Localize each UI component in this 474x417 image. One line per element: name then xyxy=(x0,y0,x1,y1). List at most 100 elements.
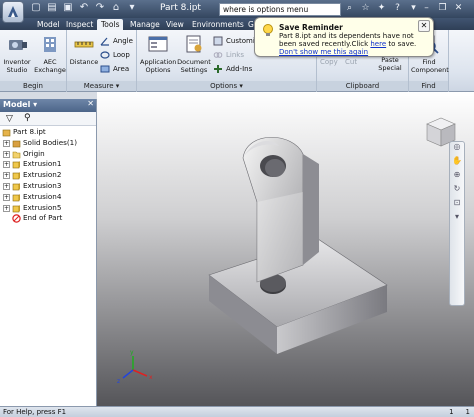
area-icon xyxy=(100,65,110,73)
expand-toggle[interactable]: + xyxy=(3,150,10,158)
tab-tools[interactable]: Tools xyxy=(97,19,124,30)
help-search-input[interactable]: where is options menu xyxy=(219,3,341,16)
browser-close-icon[interactable]: ✕ xyxy=(87,99,94,108)
navigation-bar: ◎ ✋ ⊕ ↻ ⊡ ▾ xyxy=(449,141,465,306)
application-options-button[interactable]: Application Options xyxy=(140,34,176,74)
customize-button[interactable]: Customi xyxy=(213,36,255,46)
tab-view[interactable]: View xyxy=(162,19,188,30)
status-help-text: For Help, press F1 xyxy=(3,408,67,416)
application-menu-button[interactable] xyxy=(2,1,24,23)
title-bar: ▢ ▤ ▣ ↶ ↷ ⌂ ▾ Part 8.ipt where is option… xyxy=(0,0,474,23)
search-icon[interactable]: ⌕ xyxy=(343,2,356,15)
tree-node-extrusion4[interactable]: + Extrusion4 xyxy=(0,192,96,203)
tree-node-extrusion3[interactable]: + Extrusion3 xyxy=(0,181,96,192)
distance-button[interactable]: Distance xyxy=(69,34,99,66)
tab-inspect[interactable]: Inspect xyxy=(62,19,97,30)
filter-icon[interactable]: ▽ xyxy=(6,114,13,124)
help-icon[interactable]: ? xyxy=(391,2,404,15)
browser-tree: Part 8.ipt + Solid Bodies(1) + Origin + … xyxy=(0,127,96,224)
status-bar: For Help, press F1 1 1 xyxy=(0,406,474,417)
save-here-link[interactable]: here xyxy=(370,40,386,48)
navbar-more-icon[interactable]: ▾ xyxy=(450,212,464,226)
dont-show-again-link[interactable]: Don't show me this again xyxy=(279,48,368,56)
lightbulb-icon xyxy=(263,24,273,36)
panel-measure: Distance Angle Loop Area Measure ▾ xyxy=(67,30,137,92)
look-at-icon[interactable]: ⊡ xyxy=(450,198,464,212)
steering-wheel-icon[interactable]: ◎ xyxy=(450,142,464,156)
paste-special-button[interactable]: Paste Special xyxy=(373,56,407,72)
expand-toggle[interactable]: + xyxy=(3,172,10,180)
open-icon[interactable]: ▤ xyxy=(46,2,58,14)
save-icon[interactable]: ▣ xyxy=(62,2,74,14)
customize-icon xyxy=(213,36,223,46)
extrusion-icon xyxy=(12,193,20,202)
expand-toggle[interactable]: + xyxy=(3,193,10,201)
minimize-icon[interactable]: – xyxy=(420,2,433,15)
new-icon[interactable]: ▢ xyxy=(30,2,42,14)
save-reminder-balloon: Save Reminder Part 8.ipt and its depende… xyxy=(254,17,434,57)
extrusion-icon xyxy=(12,161,20,169)
loop-button[interactable]: Loop xyxy=(100,50,130,60)
help-dropdown-icon[interactable]: ▾ xyxy=(407,2,420,15)
tab-manage[interactable]: Manage xyxy=(126,19,164,30)
panel-label-options[interactable]: Options ▾ xyxy=(137,81,316,91)
subscription-icon[interactable]: ☆ xyxy=(359,2,372,15)
part-3d-model[interactable]: y x z xyxy=(97,92,474,406)
expand-toggle[interactable]: + xyxy=(3,182,10,190)
distance-icon xyxy=(74,41,94,48)
angle-button[interactable]: Angle xyxy=(100,36,133,46)
solid-bodies-icon xyxy=(12,140,21,148)
redo-icon[interactable]: ↷ xyxy=(94,2,106,14)
document-settings-button[interactable]: Document Settings xyxy=(177,34,211,74)
tree-node-part[interactable]: Part 8.ipt xyxy=(0,127,96,138)
tab-environments[interactable]: Environments xyxy=(188,19,248,30)
expand-toggle[interactable]: + xyxy=(3,139,10,147)
angle-icon xyxy=(100,37,109,46)
loop-icon xyxy=(100,51,110,59)
extrusion-icon xyxy=(12,204,20,212)
expand-toggle[interactable]: + xyxy=(3,204,10,212)
graphics-window[interactable]: y x z xyxy=(97,92,474,406)
panel-label-measure[interactable]: Measure ▾ xyxy=(67,81,136,91)
expand-toggle[interactable]: + xyxy=(3,161,10,169)
find-in-browser-icon[interactable]: ⚲ xyxy=(24,113,31,123)
restore-icon[interactable]: ❐ xyxy=(436,2,449,15)
tree-node-extrusion2[interactable]: + Extrusion2 xyxy=(0,170,96,181)
cut-button: Cut xyxy=(345,58,358,66)
part-icon xyxy=(2,129,11,137)
extrusion-icon xyxy=(12,172,20,180)
status-count-1: 1 xyxy=(449,408,454,416)
folder-icon xyxy=(12,151,21,158)
aec-exchange-button[interactable]: AEC Exchange xyxy=(34,34,66,74)
tab-model[interactable]: Model xyxy=(33,19,64,30)
zoom-icon[interactable]: ⊕ xyxy=(450,170,464,184)
inventor-studio-button[interactable]: Inventor Studio xyxy=(2,34,32,74)
model-browser: Model ▾ ✕ ▽ ⚲ Part 8.ipt + Solid Bodies(… xyxy=(0,99,97,406)
balloon-title: Save Reminder xyxy=(279,23,343,32)
balloon-close-button[interactable]: ✕ xyxy=(418,20,430,32)
aec-exchange-icon xyxy=(44,37,56,52)
coordinate-triad-icon: y x z xyxy=(117,349,153,385)
application-options-icon xyxy=(148,36,168,52)
pan-icon[interactable]: ✋ xyxy=(450,156,464,170)
svg-text:x: x xyxy=(149,374,153,381)
tree-node-extrusion5[interactable]: + Extrusion5 xyxy=(0,203,96,214)
undo-icon[interactable]: ↶ xyxy=(78,2,90,14)
panel-begin: Inventor Studio AEC Exchange Begin xyxy=(0,30,67,92)
home-icon[interactable]: ⌂ xyxy=(110,2,122,14)
balloon-message: Part 8.ipt and its dependents have not b… xyxy=(279,32,417,56)
browser-toolbar: ▽ ⚲ xyxy=(0,112,96,126)
tree-node-end-of-part[interactable]: End of Part xyxy=(0,213,96,224)
qat-more-icon[interactable]: ▾ xyxy=(126,2,138,14)
orbit-icon[interactable]: ↻ xyxy=(450,184,464,198)
tree-node-solid-bodies[interactable]: + Solid Bodies(1) xyxy=(0,138,96,149)
add-ins-button[interactable]: Add-Ins xyxy=(213,64,252,74)
tools-icon[interactable]: ✦ xyxy=(375,2,388,15)
add-ins-icon xyxy=(214,65,222,73)
close-icon[interactable]: ✕ xyxy=(452,2,465,15)
studio-icon xyxy=(9,40,27,50)
tree-node-extrusion1[interactable]: + Extrusion1 xyxy=(0,159,96,170)
browser-header[interactable]: Model ▾ ✕ xyxy=(0,99,96,112)
area-button[interactable]: Area xyxy=(100,64,129,74)
tree-node-origin[interactable]: + Origin xyxy=(0,149,96,160)
